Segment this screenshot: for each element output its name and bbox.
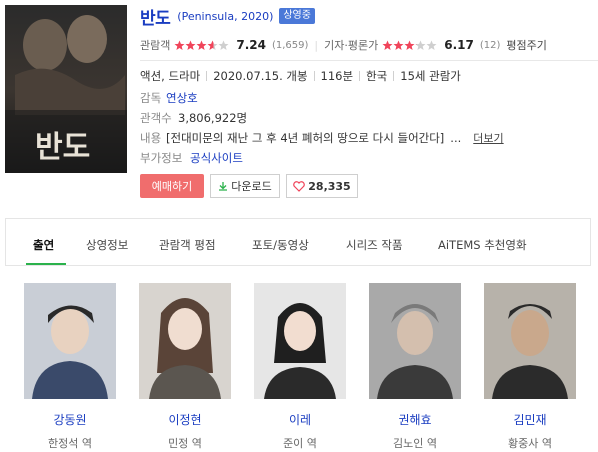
star-icon (415, 40, 426, 51)
download-button[interactable]: 다운로드 (210, 174, 280, 198)
age-rating[interactable]: 15세 관람가 (400, 68, 461, 84)
cast-member[interactable]: 이레 준이 역 (254, 283, 346, 451)
tab-photo-video[interactable]: 포토/동영상 (252, 237, 309, 253)
plot-more-link[interactable]: 더보기 (473, 130, 503, 146)
critic-count: (12) (479, 39, 501, 51)
divider (313, 71, 315, 81)
audience-total-label: 관객수 (140, 111, 172, 125)
cast-photo[interactable] (369, 283, 461, 399)
cast-role: 민정 역 (168, 437, 202, 450)
rate-link[interactable]: 평점주기 (506, 37, 546, 53)
cast-name[interactable]: 이정현 (139, 411, 231, 428)
star-icon (393, 40, 404, 51)
tab-series[interactable]: 시리즈 작품 (346, 237, 403, 253)
cast-photo[interactable] (484, 283, 576, 399)
cast-name[interactable]: 김민재 (484, 411, 576, 428)
title-row: 반도 (Peninsula, 2020) 상영중 (140, 4, 315, 29)
director-link[interactable]: 연상호 (166, 90, 198, 106)
action-buttons: 예매하기 다운로드 28,335 (140, 174, 358, 198)
plot-label: 내용 (140, 131, 162, 145)
tab-cast[interactable]: 출연 (33, 237, 54, 253)
plot-text: [전대미문의 재난 그 후 4년 폐허의 땅으로 다시 들어간다] (166, 131, 445, 145)
tab-bar: 출연 상영정보 관람객 평점 포토/동영상 시리즈 작품 AiTEMS 추천영화 (5, 218, 591, 266)
cast-name[interactable]: 이레 (254, 411, 346, 428)
cast-role: 김노인 역 (393, 437, 437, 450)
audience-total: 3,806,922명 (178, 111, 248, 125)
country[interactable]: 한국 (366, 68, 387, 84)
movie-title[interactable]: 반도 (140, 4, 171, 29)
cast-role: 황중사 역 (508, 437, 552, 450)
director-label: 감독 (140, 91, 162, 105)
cast-member[interactable]: 강동원 한정석 역 (24, 283, 116, 451)
meta-row: 액션, 드라마 2020.07.15. 개봉 116분 한국 15세 관람가 (140, 68, 461, 84)
cast-photo[interactable] (24, 283, 116, 399)
cast-photo[interactable] (139, 283, 231, 399)
extra-info-label: 부가정보 (140, 151, 183, 165)
star-icon (404, 40, 415, 51)
cast-name[interactable]: 강동원 (24, 411, 116, 428)
audience-count: (1,659) (271, 39, 309, 51)
audience-rating-label: 관람객 (140, 39, 171, 52)
divider (5, 265, 591, 266)
rating-row: 관람객 7.24 (1,659) | 기자·평론가 6.17 (12) 평점주기 (140, 36, 598, 54)
divider (206, 71, 208, 81)
audience-score: 7.24 (236, 38, 266, 52)
extra-info-line: 부가정보 공식사이트 (140, 150, 243, 166)
audience-count-line: 관객수 3,806,922명 (140, 110, 247, 126)
plot-ellipsis: ... (450, 131, 462, 145)
movie-poster[interactable]: 반도 (5, 5, 127, 173)
like-count: 28,335 (308, 179, 351, 193)
star-icon (218, 40, 229, 51)
download-label: 다운로드 (231, 180, 272, 193)
star-icon (426, 40, 437, 51)
audience-stars (174, 40, 229, 51)
cast-photo[interactable] (254, 283, 346, 399)
plot-line: 내용 [전대미문의 재난 그 후 4년 폐허의 땅으로 다시 들어간다] ...… (140, 130, 504, 146)
divider (140, 60, 598, 61)
divider (393, 71, 395, 81)
divider: | (314, 38, 319, 52)
runtime: 116분 (320, 69, 354, 83)
cast-member[interactable]: 김민재 황중사 역 (484, 283, 576, 451)
movie-subtitle: (Peninsula, 2020) (177, 9, 274, 23)
cast-member[interactable]: 권해효 김노인 역 (369, 283, 461, 451)
divider (359, 71, 361, 81)
official-site-link[interactable]: 공식사이트 (190, 150, 243, 166)
tab-recommendations[interactable]: AiTEMS 추천영화 (438, 237, 527, 253)
genre[interactable]: 액션, 드라마 (140, 68, 200, 84)
tab-audience-ratings[interactable]: 관람객 평점 (159, 237, 216, 253)
release-date[interactable]: 2020.07.15. 개봉 (213, 68, 307, 84)
like-button[interactable]: 28,335 (286, 174, 358, 198)
cast-role: 준이 역 (283, 437, 317, 450)
status-badge: 상영중 (279, 8, 315, 24)
cast-role: 한정석 역 (48, 437, 92, 450)
star-icon (382, 40, 393, 51)
book-button[interactable]: 예매하기 (140, 174, 204, 198)
cast-member[interactable]: 이정현 민정 역 (139, 283, 231, 451)
star-icon (174, 40, 185, 51)
star-icon (196, 40, 207, 51)
tab-showtimes[interactable]: 상영정보 (86, 237, 128, 253)
director-line: 감독 연상호 (140, 90, 198, 106)
heart-icon (293, 180, 306, 192)
critic-stars (382, 40, 437, 51)
svg-text:반도: 반도 (35, 130, 90, 165)
cast-name[interactable]: 권해효 (369, 411, 461, 428)
star-icon (185, 40, 196, 51)
critic-score: 6.17 (444, 38, 474, 52)
star-icon (207, 40, 218, 51)
download-icon (219, 182, 228, 191)
critic-rating-label: 기자·평론가 (324, 39, 379, 52)
